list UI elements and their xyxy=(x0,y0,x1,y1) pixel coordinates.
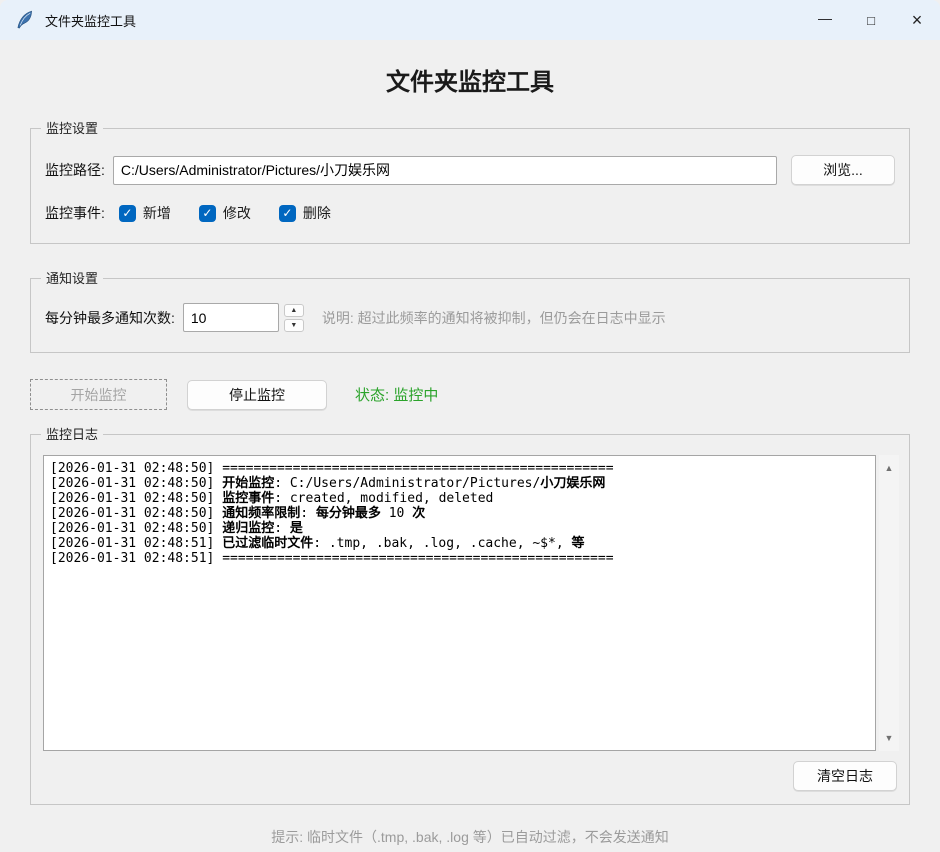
window-title: 文件夹监控工具 xyxy=(45,11,802,30)
minimize-button[interactable]: — xyxy=(802,0,848,40)
page-title: 文件夹监控工具 xyxy=(0,40,940,98)
status-text: 状态: 监控中 xyxy=(355,384,438,405)
checkbox-checked-icon[interactable]: ✓ xyxy=(119,205,136,222)
checkbox-checked-icon[interactable]: ✓ xyxy=(199,205,216,222)
checkbox-deleted-label[interactable]: 删除 xyxy=(303,203,331,223)
rate-spinbox: ▲ ▼ xyxy=(183,303,304,332)
footer-hint: 提示: 临时文件（.tmp, .bak, .log 等）已自动过滤，不会发送通知 xyxy=(0,827,940,847)
rate-label: 每分钟最多通知次数: xyxy=(45,308,175,328)
log-line: [2026-01-31 02:48:51] ==================… xyxy=(50,551,869,566)
clear-log-button[interactable]: 清空日志 xyxy=(793,761,897,791)
title-bar: 文件夹监控工具 — □ × xyxy=(0,0,940,40)
monitor-settings-label: 监控设置 xyxy=(41,120,103,137)
checkbox-deleted[interactable]: ✓ 删除 xyxy=(279,203,345,223)
checkbox-modified[interactable]: ✓ 修改 xyxy=(199,203,265,223)
scroll-up-icon[interactable]: ▲ xyxy=(879,459,899,477)
stop-monitor-button[interactable]: 停止监控 xyxy=(187,380,327,410)
path-input[interactable] xyxy=(113,156,777,185)
log-line: [2026-01-31 02:48:50] 监控事件: created, mod… xyxy=(50,491,869,506)
spin-buttons: ▲ ▼ xyxy=(284,304,304,332)
maximize-button[interactable]: □ xyxy=(848,0,894,40)
notify-row: 每分钟最多通知次数: ▲ ▼ 说明: 超过此频率的通知将被抑制，但仍会在日志中显… xyxy=(45,303,895,332)
log-group: 监控日志 [2026-01-31 02:48:50] =============… xyxy=(30,434,910,805)
spin-down-icon[interactable]: ▼ xyxy=(284,319,304,332)
log-footer: 清空日志 xyxy=(43,761,897,791)
log-body: [2026-01-31 02:48:50] ==================… xyxy=(43,455,899,751)
notify-settings-label: 通知设置 xyxy=(41,270,103,287)
checkbox-checked-icon[interactable]: ✓ xyxy=(279,205,296,222)
rate-hint: 说明: 超过此频率的通知将被抑制，但仍会在日志中显示 xyxy=(322,308,666,328)
app-feather-icon xyxy=(15,10,35,30)
checkbox-created-label[interactable]: 新增 xyxy=(143,203,171,223)
checkbox-created[interactable]: ✓ 新增 xyxy=(119,203,185,223)
path-row: 监控路径: 浏览... xyxy=(45,155,895,185)
log-line: [2026-01-31 02:48:50] ==================… xyxy=(50,461,869,476)
log-line: [2026-01-31 02:48:50] 开始监控: C:/Users/Adm… xyxy=(50,476,869,491)
events-row: 监控事件: ✓ 新增 ✓ 修改 ✓ 删除 xyxy=(45,203,895,223)
log-line: [2026-01-31 02:48:50] 通知频率限制: 每分钟最多 10 次 xyxy=(50,506,869,521)
rate-input[interactable] xyxy=(183,303,279,332)
log-textarea[interactable]: [2026-01-31 02:48:50] ==================… xyxy=(43,455,876,751)
checkbox-modified-label[interactable]: 修改 xyxy=(223,203,251,223)
controls-row: 开始监控 停止监控 状态: 监控中 xyxy=(30,379,910,410)
log-scrollbar[interactable]: ▲ ▼ xyxy=(879,455,899,751)
start-monitor-button[interactable]: 开始监控 xyxy=(30,379,167,410)
monitor-settings-group: 监控设置 监控路径: 浏览... 监控事件: ✓ 新增 ✓ 修改 ✓ 删除 xyxy=(30,128,910,244)
path-label: 监控路径: xyxy=(45,160,105,180)
notify-settings-group: 通知设置 每分钟最多通知次数: ▲ ▼ 说明: 超过此频率的通知将被抑制，但仍会… xyxy=(30,278,910,353)
browse-button[interactable]: 浏览... xyxy=(791,155,895,185)
log-group-label: 监控日志 xyxy=(41,426,103,443)
log-line: [2026-01-31 02:48:51] 已过滤临时文件: .tmp, .ba… xyxy=(50,536,869,551)
log-line: [2026-01-31 02:48:50] 递归监控: 是 xyxy=(50,521,869,536)
close-button[interactable]: × xyxy=(894,0,940,40)
spin-up-icon[interactable]: ▲ xyxy=(284,304,304,317)
scroll-down-icon[interactable]: ▼ xyxy=(879,729,899,747)
events-label: 监控事件: xyxy=(45,203,105,223)
